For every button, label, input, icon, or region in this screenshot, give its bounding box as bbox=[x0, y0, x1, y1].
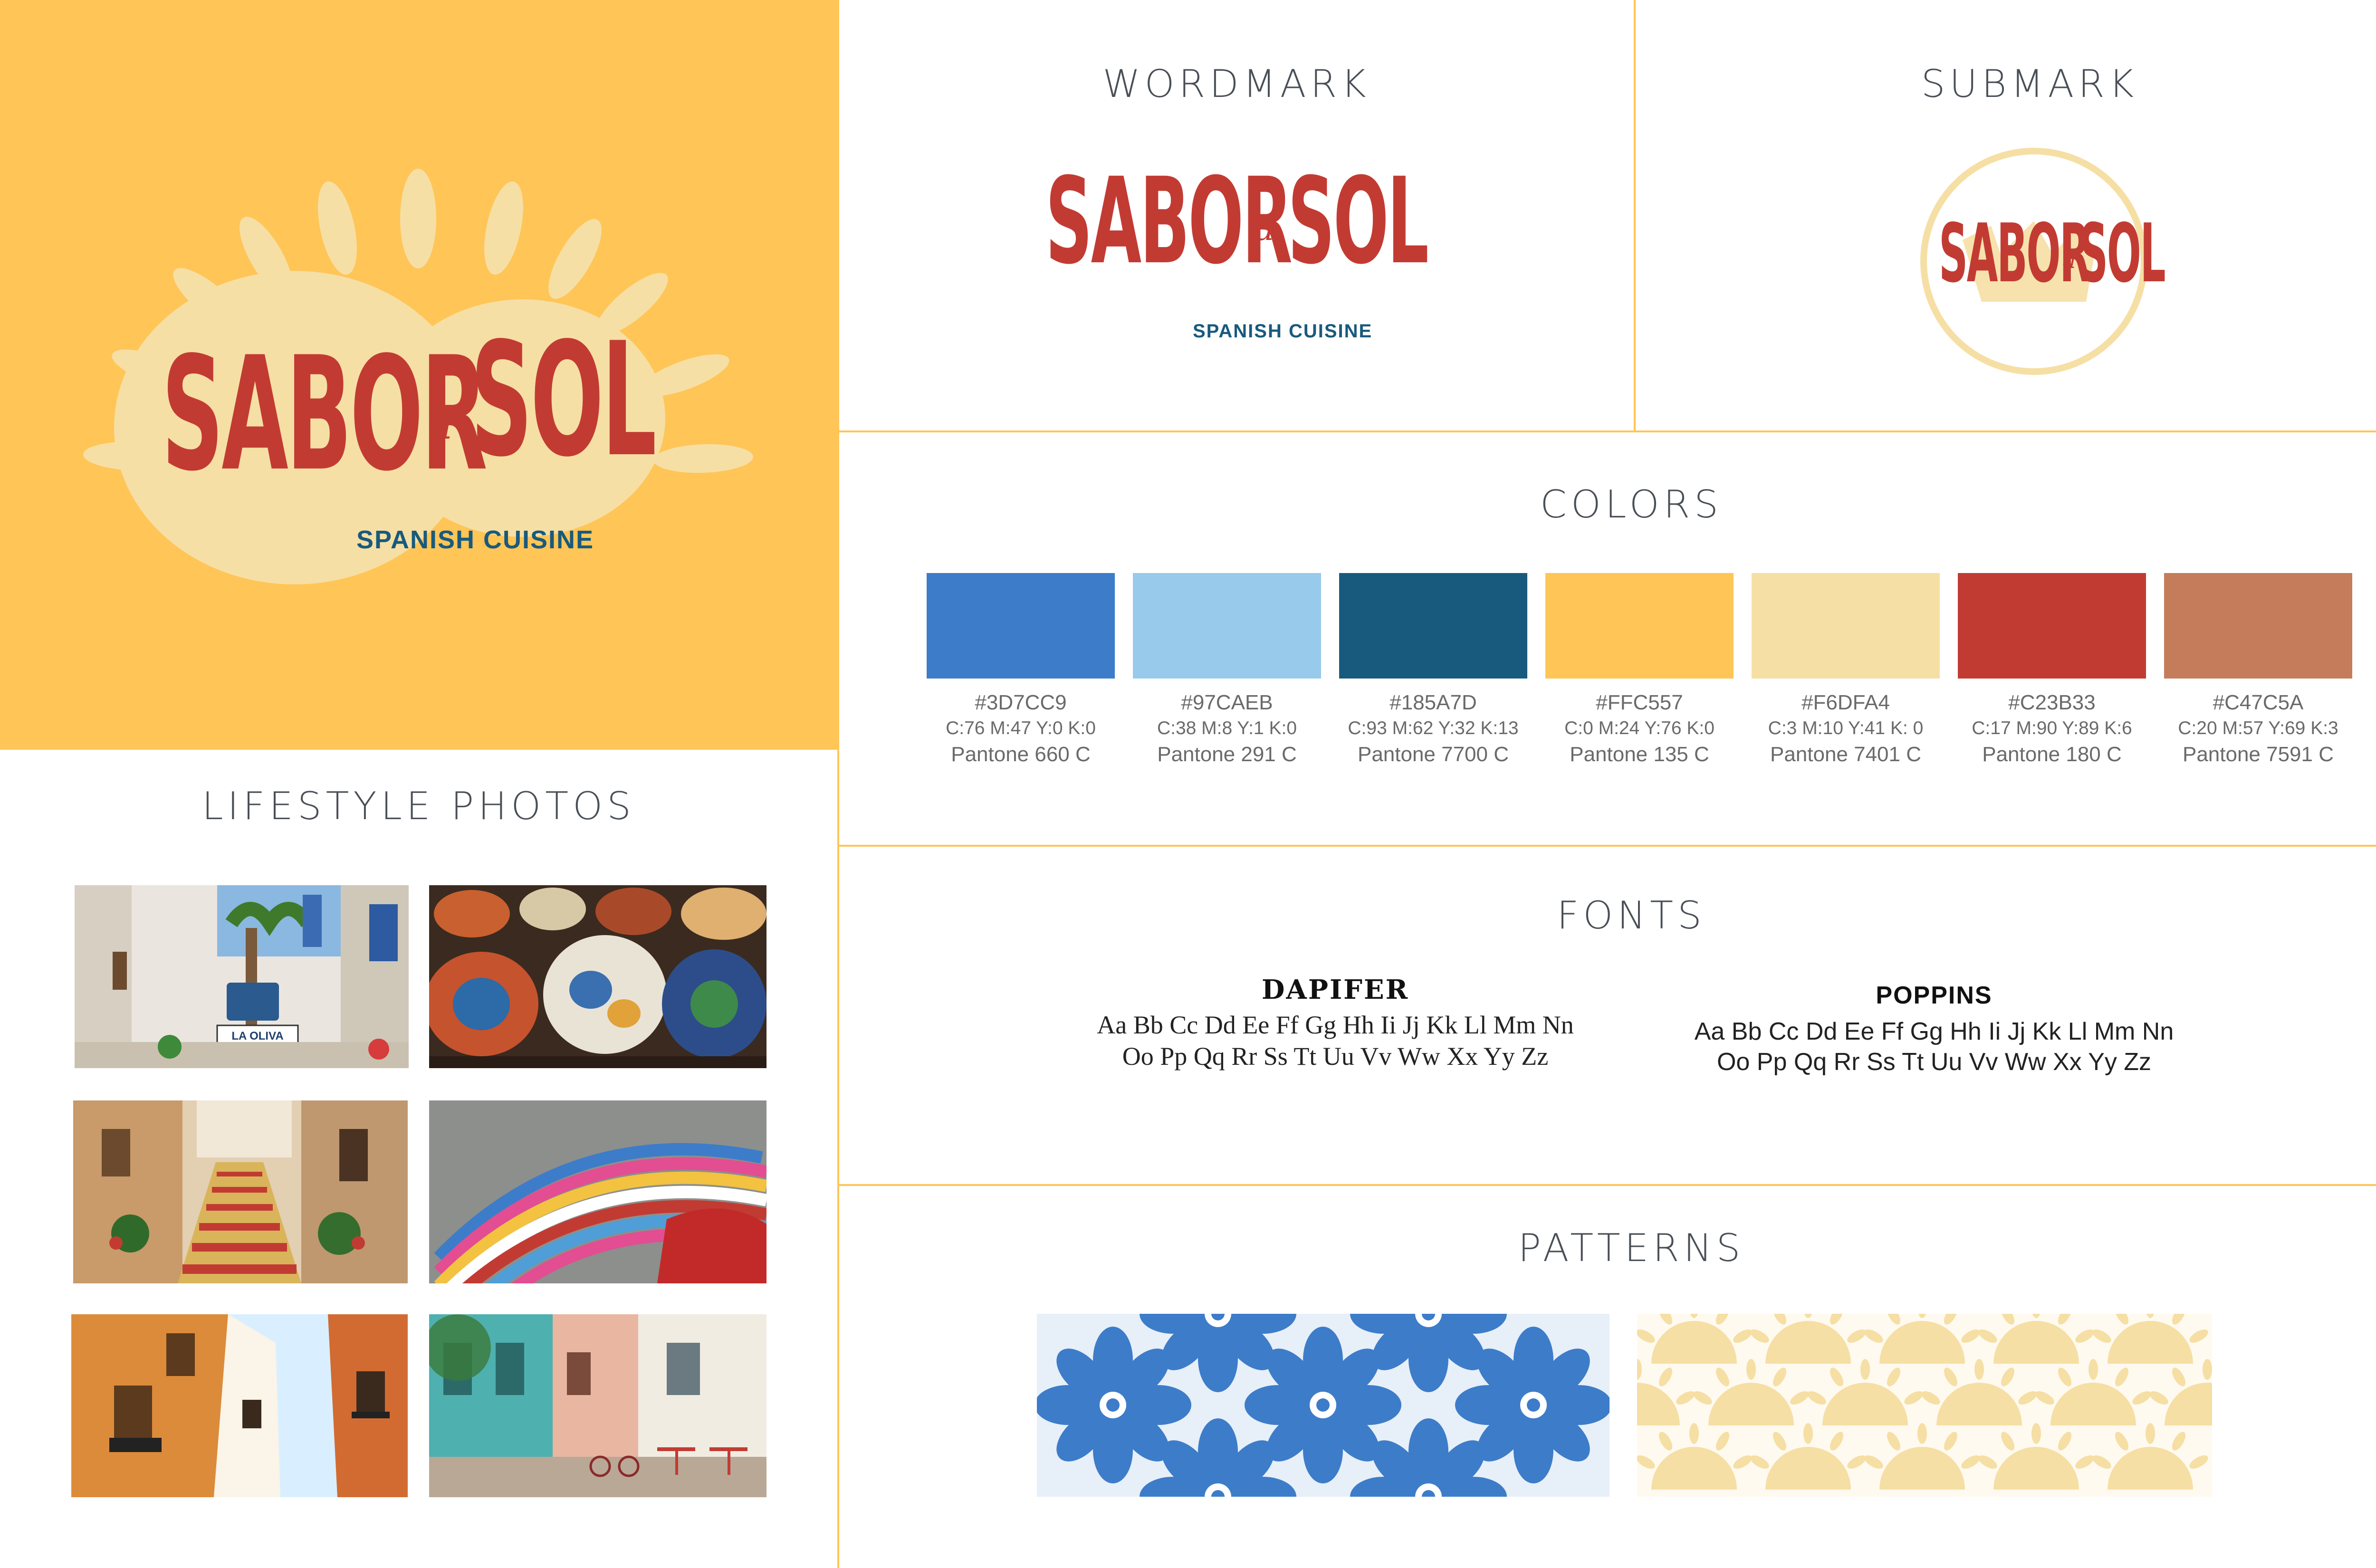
color-pantone: Pantone 7401 C bbox=[1770, 743, 1922, 766]
wordmark-heading: WORDMARK bbox=[1102, 62, 1370, 106]
submark-brand-part2: SOL bbox=[2079, 207, 2166, 301]
color-hex: #FFC557 bbox=[1596, 691, 1683, 714]
color-pantone: Pantone 180 C bbox=[1982, 743, 2122, 766]
lifestyle-photo-street: LA OLIVA bbox=[75, 885, 409, 1068]
divider-colors-fonts bbox=[837, 845, 2376, 847]
color-cmyk: C:0 M:24 Y:76 K:0 bbox=[1564, 718, 1715, 738]
color-cmyk: C:38 M:8 Y:1 K:0 bbox=[1157, 718, 1297, 738]
submark-brand-connector: a bbox=[2062, 247, 2076, 274]
hero-brand-connector: a bbox=[428, 399, 453, 449]
font-specimen-dapifer: DAPIFER Aa Bb Cc Dd Ee Ff Gg Hh Ii Jj Kk… bbox=[1022, 974, 1649, 1072]
pattern-tile-blue bbox=[1037, 1314, 1610, 1497]
color-cmyk: C:20 M:57 Y:69 K:3 bbox=[2178, 718, 2338, 738]
tile-pattern-icon bbox=[1037, 1314, 1610, 1497]
color-pantone: Pantone 660 C bbox=[951, 743, 1091, 766]
hero-wordmark: SABOR a SOL SPANISH CUISINE bbox=[162, 304, 684, 570]
color-hex: #3D7CC9 bbox=[975, 691, 1067, 714]
fonts-heading: FONTS bbox=[1557, 893, 1706, 937]
lifestyle-photo-flamenco bbox=[429, 1100, 766, 1283]
photo-sign-text: LA OLIVA bbox=[231, 1030, 283, 1042]
color-swatch-info: #C23B33 C:17 M:90 Y:89 K:6 Pantone 180 C bbox=[1947, 690, 2156, 768]
color-swatch-info: #F6DFA4 C:3 M:10 Y:41 K: 0 Pantone 7401 … bbox=[1741, 690, 1950, 768]
divider-marks-colors bbox=[837, 430, 2376, 432]
sun-pattern-icon bbox=[1637, 1314, 2212, 1490]
font-sample-line2: Oo Pp Qq Rr Ss Tt Uu Vv Ww Xx Yy Zz bbox=[1716, 1048, 2152, 1076]
hero-logo-panel: SABOR a SOL SPANISH CUISINE bbox=[0, 0, 837, 750]
color-pantone: Pantone 135 C bbox=[1570, 743, 1709, 766]
hero-brand-part2: SOL bbox=[470, 309, 657, 491]
wordmark-brand-part2: SOL bbox=[1288, 152, 1429, 290]
color-swatch bbox=[1133, 573, 1321, 679]
color-swatch-info: #97CAEB C:38 M:8 Y:1 K:0 Pantone 291 C bbox=[1122, 690, 1332, 768]
font-name: DAPIFER bbox=[1261, 974, 1409, 1005]
font-sample-line1: Aa Bb Cc Dd Ee Ff Gg Hh Ii Jj Kk Ll Mm N… bbox=[1694, 1018, 2174, 1045]
color-swatch bbox=[1752, 573, 1940, 679]
color-cmyk: C:93 M:62 Y:32 K:13 bbox=[1348, 718, 1519, 738]
color-hex: #C23B33 bbox=[2008, 691, 2096, 714]
color-cmyk: C:3 M:10 Y:41 K: 0 bbox=[1768, 718, 1924, 738]
color-swatch-info: #C47C5A C:20 M:57 Y:69 K:3 Pantone 7591 … bbox=[2154, 690, 2363, 768]
font-name: POPPINS bbox=[1876, 982, 1993, 1009]
color-hex: #185A7D bbox=[1389, 691, 1477, 714]
lifestyle-photo-ceramics bbox=[429, 885, 766, 1068]
color-swatch-info: #3D7CC9 C:76 M:47 Y:0 K:0 Pantone 660 C bbox=[916, 690, 1125, 768]
wordmark-tagline: SPANISH CUISINE bbox=[1193, 321, 1373, 342]
color-pantone: Pantone 7591 C bbox=[2182, 743, 2334, 766]
divider-fonts-patterns bbox=[837, 1184, 2376, 1186]
color-swatch bbox=[2164, 573, 2352, 679]
color-swatch bbox=[1339, 573, 1527, 679]
submark-logo: SABOR a SOL bbox=[1920, 145, 2166, 378]
color-swatch-info: #FFC557 C:0 M:24 Y:76 K:0 Pantone 135 C bbox=[1535, 690, 1744, 768]
lifestyle-photo-cafe bbox=[429, 1314, 766, 1497]
color-swatch bbox=[927, 573, 1115, 679]
submark-heading: SUBMARK bbox=[1921, 62, 2138, 106]
color-swatch bbox=[1958, 573, 2146, 679]
font-sample-line2: Oo Pp Qq Rr Ss Tt Uu Vv Ww Xx Yy Zz bbox=[1122, 1042, 1549, 1071]
color-swatch-info: #185A7D C:93 M:62 Y:32 K:13 Pantone 7700… bbox=[1329, 690, 1538, 768]
patterns-heading: PATTERNS bbox=[1518, 1226, 1745, 1270]
font-specimen-poppins: POPPINS Aa Bb Cc Dd Ee Ff Gg Hh Ii Jj Kk… bbox=[1635, 981, 2233, 1077]
lifestyle-heading: LIFESTYLE PHOTOS bbox=[202, 784, 635, 828]
color-cmyk: C:76 M:47 Y:0 K:0 bbox=[946, 718, 1096, 738]
pattern-tile-sun bbox=[1637, 1314, 2212, 1497]
font-sample-line1: Aa Bb Cc Dd Ee Ff Gg Hh Ii Jj Kk Ll Mm N… bbox=[1097, 1011, 1574, 1039]
color-hex: #F6DFA4 bbox=[1801, 691, 1890, 714]
hero-tagline: SPANISH CUISINE bbox=[356, 526, 594, 554]
color-hex: #C47C5A bbox=[2213, 691, 2304, 714]
wordmark-brand-connector: a bbox=[1255, 209, 1274, 248]
color-swatch bbox=[1545, 573, 1734, 679]
colors-heading: COLORS bbox=[1540, 482, 1723, 526]
color-cmyk: C:17 M:90 Y:89 K:6 bbox=[1972, 718, 2132, 738]
color-hex: #97CAEB bbox=[1181, 691, 1273, 714]
lifestyle-photo-buildings bbox=[71, 1314, 408, 1497]
divider-left-column bbox=[837, 0, 839, 1568]
color-pantone: Pantone 291 C bbox=[1157, 743, 1297, 766]
wordmark-logo: SABOR a SOL SPANISH CUISINE bbox=[1045, 152, 1449, 366]
lifestyle-photo-stairway bbox=[73, 1100, 408, 1283]
color-pantone: Pantone 7700 C bbox=[1357, 743, 1509, 766]
